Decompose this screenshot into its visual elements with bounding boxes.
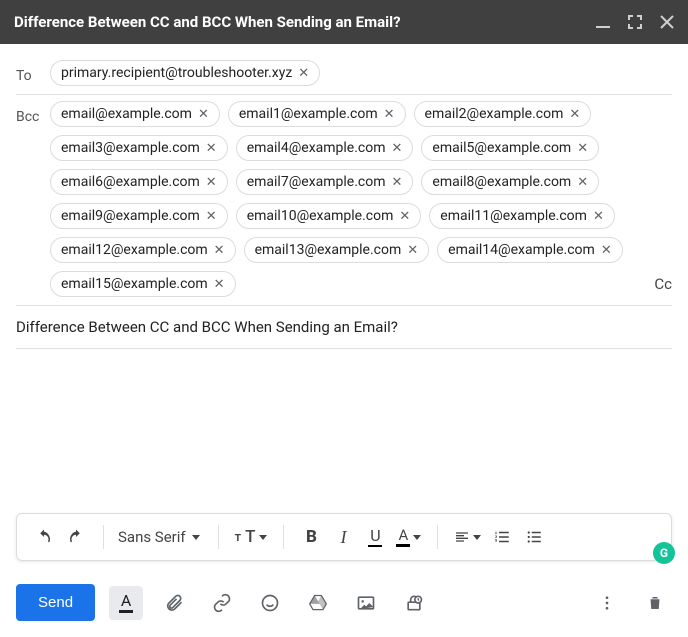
add-cc-button[interactable]: Cc <box>646 275 672 293</box>
compose-header: Difference Between CC and BCC When Sendi… <box>0 0 688 44</box>
send-button[interactable]: Send <box>16 584 95 621</box>
recipient-chip[interactable]: email10@example.com ✕ <box>236 203 422 229</box>
minimize-icon[interactable] <box>596 15 610 29</box>
recipient-chip-address: email7@example.com <box>247 174 386 190</box>
close-icon[interactable] <box>660 15 674 29</box>
attach-file-button[interactable] <box>157 586 191 620</box>
insert-drive-button[interactable] <box>301 586 335 620</box>
align-button[interactable] <box>450 522 485 552</box>
recipient-chip-address: email9@example.com <box>61 208 200 224</box>
recipient-chip[interactable]: email5@example.com ✕ <box>421 135 599 161</box>
text-color-button[interactable]: A <box>392 522 425 552</box>
recipient-chip-address: email8@example.com <box>432 174 571 190</box>
recipient-chip-address: email1@example.com <box>239 106 378 122</box>
numbered-list-button[interactable] <box>487 522 517 552</box>
remove-chip-icon[interactable]: ✕ <box>601 244 612 257</box>
bcc-row: Bcc email@example.com✕email1@example.com… <box>16 95 672 306</box>
chevron-down-icon <box>473 535 481 540</box>
remove-chip-icon[interactable]: ✕ <box>593 210 604 223</box>
italic-button[interactable]: I <box>328 522 358 552</box>
recipient-chip[interactable]: email12@example.com ✕ <box>50 237 236 263</box>
more-options-button[interactable] <box>590 586 624 620</box>
remove-chip-icon[interactable]: ✕ <box>569 108 580 121</box>
bulleted-list-button[interactable] <box>519 522 549 552</box>
remove-chip-icon[interactable]: ✕ <box>206 210 217 223</box>
font-size-button[interactable]: тT <box>231 522 272 552</box>
bcc-chip-list[interactable]: email@example.com✕email1@example.com✕ema… <box>50 101 646 297</box>
bold-button[interactable]: B <box>296 522 326 552</box>
chevron-down-icon <box>259 535 267 540</box>
insert-link-button[interactable] <box>205 586 239 620</box>
redo-button[interactable] <box>61 522 91 552</box>
remove-chip-icon[interactable]: ✕ <box>399 210 410 223</box>
recipient-chip-address: email11@example.com <box>440 208 587 224</box>
message-body[interactable] <box>16 349 672 499</box>
recipient-chip[interactable]: email15@example.com ✕ <box>50 271 236 297</box>
recipient-chip-address: email@example.com <box>61 106 192 122</box>
recipient-chip[interactable]: email1@example.com ✕ <box>228 101 406 127</box>
compose-actions: Send A <box>16 584 672 621</box>
recipient-chip-address: email4@example.com <box>247 140 386 156</box>
recipient-chip-address: primary.recipient@troubleshooter.xyz <box>61 65 292 81</box>
fullscreen-icon[interactable] <box>628 15 642 29</box>
text-format-toggle[interactable]: A <box>109 586 143 620</box>
remove-chip-icon[interactable]: ✕ <box>214 244 225 257</box>
recipient-chip[interactable]: primary.recipient@troubleshooter.xyz ✕ <box>50 60 320 86</box>
recipient-chip[interactable]: email4@example.com ✕ <box>236 135 414 161</box>
recipient-chip[interactable]: email14@example.com ✕ <box>437 237 623 263</box>
chevron-down-icon <box>413 535 421 540</box>
chevron-down-icon <box>192 535 200 540</box>
recipient-chip[interactable]: email7@example.com ✕ <box>236 169 414 195</box>
remove-chip-icon[interactable]: ✕ <box>577 176 588 189</box>
recipient-chip-address: email14@example.com <box>448 242 595 258</box>
font-family-label: Sans Serif <box>118 528 186 546</box>
remove-chip-icon[interactable]: ✕ <box>198 108 209 121</box>
remove-chip-icon[interactable]: ✕ <box>298 67 309 80</box>
remove-chip-icon[interactable]: ✕ <box>384 108 395 121</box>
recipient-chip[interactable]: email11@example.com ✕ <box>429 203 615 229</box>
confidential-mode-button[interactable] <box>397 586 431 620</box>
compose-title: Difference Between CC and BCC When Sendi… <box>14 13 596 31</box>
font-family-select[interactable]: Sans Serif <box>112 522 210 552</box>
recipient-chip[interactable]: email@example.com ✕ <box>50 101 220 127</box>
recipient-chip-address: email13@example.com <box>255 242 402 258</box>
remove-chip-icon[interactable]: ✕ <box>206 176 217 189</box>
recipient-chip[interactable]: email6@example.com ✕ <box>50 169 228 195</box>
remove-chip-icon[interactable]: ✕ <box>206 142 217 155</box>
underline-button[interactable]: U <box>360 522 390 552</box>
undo-button[interactable] <box>29 522 59 552</box>
bcc-label: Bcc <box>16 101 50 125</box>
insert-photo-button[interactable] <box>349 586 383 620</box>
recipient-chip[interactable]: email13@example.com ✕ <box>244 237 430 263</box>
recipient-chip-address: email2@example.com <box>425 106 564 122</box>
recipient-chip[interactable]: email9@example.com ✕ <box>50 203 228 229</box>
to-chip-list[interactable]: primary.recipient@troubleshooter.xyz ✕ <box>50 60 672 86</box>
recipient-chip-address: email15@example.com <box>61 276 208 292</box>
recipient-chip-address: email10@example.com <box>247 208 394 224</box>
recipient-fields: To primary.recipient@troubleshooter.xyz ✕… <box>0 44 688 499</box>
remove-chip-icon[interactable]: ✕ <box>392 142 403 155</box>
window-controls <box>596 15 674 29</box>
recipient-chip-address: email6@example.com <box>61 174 200 190</box>
subject-line[interactable]: Difference Between CC and BCC When Sendi… <box>16 306 672 349</box>
remove-chip-icon[interactable]: ✕ <box>392 176 403 189</box>
to-label: To <box>16 60 50 84</box>
discard-draft-button[interactable] <box>638 586 672 620</box>
remove-chip-icon[interactable]: ✕ <box>214 278 225 291</box>
remove-chip-icon[interactable]: ✕ <box>407 244 418 257</box>
recipient-chip[interactable]: email3@example.com ✕ <box>50 135 228 161</box>
grammarly-icon[interactable]: G <box>653 542 675 564</box>
recipient-chip[interactable]: email8@example.com ✕ <box>421 169 599 195</box>
insert-emoji-button[interactable] <box>253 586 287 620</box>
recipient-chip-address: email12@example.com <box>61 242 208 258</box>
to-row: To primary.recipient@troubleshooter.xyz ✕ <box>16 54 672 95</box>
recipient-chip[interactable]: email2@example.com ✕ <box>414 101 592 127</box>
recipient-chip-address: email3@example.com <box>61 140 200 156</box>
remove-chip-icon[interactable]: ✕ <box>577 142 588 155</box>
recipient-chip-address: email5@example.com <box>432 140 571 156</box>
formatting-toolbar: Sans Serif тT B I U A <box>16 513 672 561</box>
